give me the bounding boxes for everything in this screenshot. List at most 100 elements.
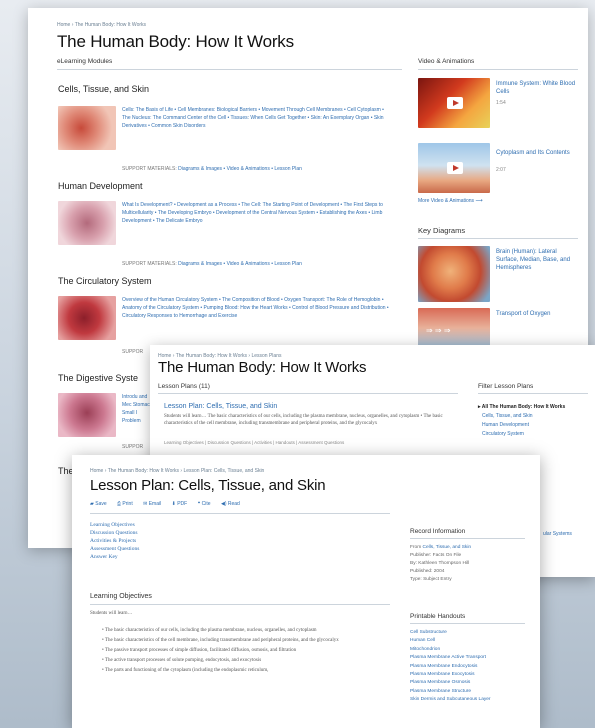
module-topics[interactable]: What Is Development? • Development as a … xyxy=(122,201,392,225)
support-materials: SUPPORT MATERIALS: Diagrams & Images • V… xyxy=(122,261,402,267)
cite-button[interactable]: ❝ Cite xyxy=(198,501,211,507)
lesson-count: Lesson Plans (11) xyxy=(158,383,210,390)
diagram-item[interactable]: Brain (Human): Lateral Surface, Median, … xyxy=(418,246,578,304)
divider xyxy=(410,623,525,624)
module-human-development: Human Development What Is Development? •… xyxy=(58,181,398,267)
table-of-contents: Learning Objectives Discussion Questions… xyxy=(90,521,139,561)
module-title[interactable]: Cells, Tissue, and Skin xyxy=(58,84,398,94)
divider xyxy=(158,393,458,394)
divider xyxy=(418,238,578,239)
page-title: The Human Body: How It Works xyxy=(57,32,294,51)
brain-diagram-thumbnail[interactable] xyxy=(418,246,490,302)
breadcrumb[interactable]: Home › The Human Body: How It Works xyxy=(57,22,146,28)
support-materials: SUPPOR xyxy=(122,444,144,450)
elearning-heading: eLearning Modules xyxy=(57,58,113,65)
toc-activities[interactable]: Activities & Projects xyxy=(90,537,139,545)
oxygen-diagram-thumbnail[interactable]: ⇒ ⇒ ⇒ xyxy=(418,308,490,348)
module-topics[interactable]: Overview of the Human Circulatory System… xyxy=(122,296,392,320)
video-title[interactable]: Immune System: White Blood Cells xyxy=(496,80,576,96)
intestine-image xyxy=(58,393,116,437)
skin-cross-section-image xyxy=(58,106,116,150)
divider xyxy=(478,393,588,394)
objectives-list: • The basic characteristics of our cells… xyxy=(102,627,372,674)
handout-link[interactable]: Human Cell xyxy=(410,637,491,645)
filter-partial[interactable]: ular Systems xyxy=(543,531,572,537)
support-links[interactable]: Diagrams & Images • Video & Animations •… xyxy=(178,261,302,267)
more-videos-link[interactable]: More Video & Animations ⟶ xyxy=(418,198,483,204)
filter-all[interactable]: ▸ All The Human Body: How It Works xyxy=(478,403,565,412)
filter-circulatory[interactable]: Circulatory System xyxy=(478,430,565,439)
video-duration: 1:54 xyxy=(496,100,506,106)
handout-link[interactable]: Plasma Membrane Osmosis xyxy=(410,679,491,687)
divider xyxy=(90,604,390,605)
blood-cells-image xyxy=(58,296,116,340)
handout-link[interactable]: Plasma Membrane Structure xyxy=(410,688,491,696)
toolbar: ▰ Save ⎙ Print ✉ Email ⬇ PDF ❝ Cite ◀) R… xyxy=(90,501,249,507)
record-published: Published: 2004 xyxy=(410,569,445,574)
diagram-title[interactable]: Transport of Oxygen xyxy=(496,310,576,318)
lesson-meta: Learning Objectives | Discussion Questio… xyxy=(164,440,345,445)
handout-link[interactable]: Skin Dermis and Subcutaneous Layer xyxy=(410,696,491,704)
lesson-description: Students will learn… The basic character… xyxy=(164,414,443,426)
email-button[interactable]: ✉ Email xyxy=(143,501,161,507)
lesson-title-link[interactable]: Lesson Plan: Cells, Tissue, and Skin xyxy=(164,403,277,410)
read-button[interactable]: ◀) Read xyxy=(221,501,240,507)
module-title[interactable]: The Circulatory System xyxy=(58,276,398,286)
objectives-heading: Learning Objectives xyxy=(90,593,152,600)
toc-discussion-questions[interactable]: Discussion Questions xyxy=(90,529,139,537)
pdf-button[interactable]: ⬇ PDF xyxy=(172,501,188,507)
handout-link[interactable]: Mitochondrion xyxy=(410,646,491,654)
page-title: Lesson Plan: Cells, Tissue, and Skin xyxy=(90,477,326,494)
embryo-image xyxy=(58,201,116,245)
handout-link[interactable]: Plasma Membrane Active Transport xyxy=(410,654,491,662)
breadcrumb[interactable]: Home › The Human Body: How It Works › Le… xyxy=(90,468,264,474)
arrow-icon: ⇒ ⇒ ⇒ xyxy=(426,326,451,335)
handout-link[interactable]: Plasma Membrane Endocytosis xyxy=(410,663,491,671)
divider xyxy=(418,69,578,70)
print-button[interactable]: ⎙ Print xyxy=(117,501,133,507)
list-item: • The basic characteristics of the cell … xyxy=(102,638,339,643)
play-icon[interactable] xyxy=(447,162,463,174)
video-item[interactable]: Immune System: White Blood Cells 1:54 xyxy=(418,78,578,130)
toc-assessment[interactable]: Assessment Questions xyxy=(90,545,139,553)
list-item: • The active transport processes of solu… xyxy=(102,658,262,663)
save-button[interactable]: ▰ Save xyxy=(90,501,107,507)
filter-list: ▸ All The Human Body: How It Works Cells… xyxy=(478,403,565,439)
video-thumbnail[interactable] xyxy=(418,78,490,128)
filter-development[interactable]: Human Development xyxy=(478,421,565,430)
handouts-heading: Printable Handouts xyxy=(410,613,466,620)
divider xyxy=(90,513,390,514)
play-icon[interactable] xyxy=(447,97,463,109)
video-item[interactable]: Cytoplasm and Its Contents 2:07 xyxy=(418,143,578,195)
list-item: • The basic characteristics of our cells… xyxy=(102,628,317,633)
support-materials: SUPPORT MATERIALS: Diagrams & Images • V… xyxy=(122,166,402,172)
support-label: SUPPORT MATERIALS: xyxy=(122,261,179,267)
diagrams-heading: Key Diagrams xyxy=(418,226,466,235)
module-topics[interactable]: Cells: The Basis of Life • Cell Membrane… xyxy=(122,106,392,130)
module-circulatory-system: The Circulatory System Overview of the H… xyxy=(58,276,398,355)
diagram-title[interactable]: Brain (Human): Lateral Surface, Median, … xyxy=(496,248,576,272)
support-materials: SUPPOR xyxy=(122,349,144,355)
support-links[interactable]: Diagrams & Images • Video & Animations •… xyxy=(178,166,302,172)
students-line: Students will learn… xyxy=(90,611,133,616)
module-cells-tissue-skin: Cells, Tissue, and Skin Cells: The Basis… xyxy=(58,84,398,172)
list-item: • The parts and functioning of the cytop… xyxy=(102,668,269,673)
video-duration: 2:07 xyxy=(496,167,506,173)
list-item: • The passive transport processes of sim… xyxy=(102,648,297,653)
divider xyxy=(57,69,402,70)
toc-learning-objectives[interactable]: Learning Objectives xyxy=(90,521,139,529)
module-topics[interactable]: Introdu and Mec Stomac Small I Problem xyxy=(122,393,152,425)
toc-answer-key[interactable]: Answer Key xyxy=(90,553,139,561)
filter-heading: Filter Lesson Plans xyxy=(478,383,534,390)
module-title[interactable]: Human Development xyxy=(58,181,398,191)
video-thumbnail[interactable] xyxy=(418,143,490,193)
handout-link[interactable]: Cell Substructure xyxy=(410,629,491,637)
handout-link[interactable]: Plasma Membrane Exocytosis xyxy=(410,671,491,679)
record-heading: Record Information xyxy=(410,528,466,535)
video-title[interactable]: Cytoplasm and Its Contents xyxy=(496,149,576,157)
filter-cells[interactable]: Cells, Tissue, and Skin xyxy=(478,412,565,421)
page-title: The Human Body: How It Works xyxy=(158,359,367,376)
record-info: From Cells, Tissue, and Skin Publisher: … xyxy=(410,544,471,584)
record-type: Type: Subject Entry xyxy=(410,577,452,582)
lesson-plan-detail-page: Home › The Human Body: How It Works › Le… xyxy=(72,455,540,728)
